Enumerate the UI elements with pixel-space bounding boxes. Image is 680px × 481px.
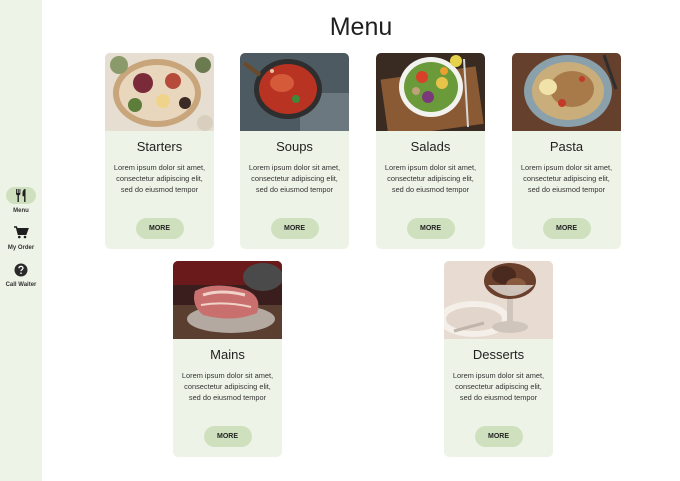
card-description: Lorem ipsum dolor sit amet, consectetur … [248,163,341,194]
card-description: Lorem ipsum dolor sit amet, consectetur … [384,163,477,194]
card-description: Lorem ipsum dolor sit amet, consectetur … [181,371,274,402]
salads-image [376,53,485,131]
nav-item-menu[interactable]: Menu [0,187,42,214]
help-icon [14,263,28,276]
nav-item-call-waiter[interactable]: Call Waiter [0,261,42,288]
menu-card-salads[interactable]: Salads Lorem ipsum dolor sit amet, conse… [376,53,485,249]
nav-item-my-order[interactable]: My Order [0,224,42,251]
more-button-pasta[interactable]: MORE [542,218,591,239]
card-description: Lorem ipsum dolor sit amet, consectetur … [520,163,613,194]
card-title: Pasta [549,139,584,154]
nav-icon-wrap [6,261,36,278]
cart-icon [13,226,29,239]
nav-label-my-order: My Order [7,245,35,251]
nav-icon-wrap [6,224,36,241]
menu-card-pasta[interactable]: Pasta Lorem ipsum dolor sit amet, consec… [512,53,621,249]
more-button-desserts[interactable]: MORE [474,426,523,447]
nav-label-call-waiter: Call Waiter [5,282,37,288]
pasta-image [512,53,621,131]
nav-icon-highlight [6,187,36,204]
mains-image [173,261,282,339]
nav-label-menu: Menu [13,208,29,214]
card-title: Starters [136,139,183,154]
more-button-soups[interactable]: MORE [270,218,319,239]
page-title: Menu [329,13,393,41]
card-title: Salads [410,139,451,154]
utensils-icon [16,189,26,202]
menu-card-soups[interactable]: Soups Lorem ipsum dolor sit amet, consec… [240,53,349,249]
card-title: Mains [210,347,245,362]
more-button-mains[interactable]: MORE [203,426,252,447]
more-button-starters[interactable]: MORE [135,218,184,239]
more-button-salads[interactable]: MORE [406,218,455,239]
menu-card-mains[interactable]: Mains Lorem ipsum dolor sit amet, consec… [173,261,282,457]
soups-image [240,53,349,131]
menu-card-starters[interactable]: Starters Lorem ipsum dolor sit amet, con… [105,53,214,249]
starters-image [105,53,214,131]
card-title: Soups [276,139,313,154]
card-title: Desserts [472,347,525,362]
desserts-image [444,261,553,339]
card-description: Lorem ipsum dolor sit amet, consectetur … [452,371,545,402]
sidebar: Menu My Order Call Waiter [0,0,42,481]
card-description: Lorem ipsum dolor sit amet, consectetur … [113,163,206,194]
menu-card-desserts[interactable]: Desserts Lorem ipsum dolor sit amet, con… [444,261,553,457]
